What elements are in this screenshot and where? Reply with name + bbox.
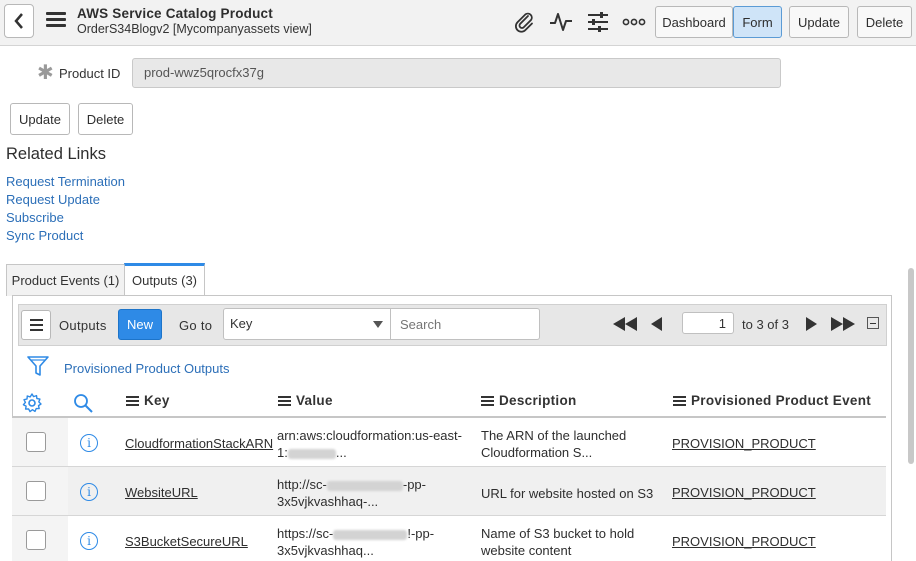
column-header-value[interactable]: Value xyxy=(278,393,333,408)
delete-button[interactable]: Delete xyxy=(78,103,133,135)
row-checkbox[interactable] xyxy=(26,432,46,452)
product-id-label: Product ID xyxy=(59,66,121,81)
row-checkbox[interactable] xyxy=(26,530,46,550)
row-value: https://sc- !-pp- 3x5vjkvashhaq... xyxy=(277,526,435,558)
dashboard-button[interactable]: Dashboard xyxy=(655,6,733,38)
goto-field-value: Key xyxy=(230,316,253,331)
tab-product-events[interactable]: Product Events (1) xyxy=(6,264,125,296)
info-icon[interactable]: i xyxy=(80,532,98,550)
page-number-input[interactable] xyxy=(682,312,734,334)
delete-header-button[interactable]: Delete xyxy=(857,6,912,38)
column-menu-icon xyxy=(481,394,494,408)
column-settings-icon[interactable] xyxy=(22,393,42,413)
redacted-text xyxy=(287,448,336,459)
header-bar: AWS Service Catalog Product OrderS34Blog… xyxy=(0,0,916,46)
new-button[interactable]: New xyxy=(118,309,162,340)
link-subscribe[interactable]: Subscribe xyxy=(6,210,64,225)
row-key[interactable]: WebsiteURL xyxy=(125,485,198,500)
settings-sliders-icon[interactable] xyxy=(585,9,611,35)
column-search-icon[interactable] xyxy=(73,393,93,413)
row-description: The ARN of the launched Cloudformation S… xyxy=(481,428,627,460)
more-icon[interactable] xyxy=(621,9,647,35)
attachment-icon[interactable] xyxy=(511,9,537,35)
info-icon[interactable]: i xyxy=(80,434,98,452)
table-row[interactable]: i CloudformationStackARN arn:aws:cloudfo… xyxy=(12,418,886,467)
form-button[interactable]: Form xyxy=(733,6,782,38)
page-range-text: to 3 of 3 xyxy=(742,317,789,332)
filter-icon[interactable] xyxy=(27,355,49,380)
page-title-block: AWS Service Catalog Product OrderS34Blog… xyxy=(77,6,312,36)
row-event-link[interactable]: PROVISION_PRODUCT xyxy=(672,534,816,549)
required-icon: ✱ xyxy=(37,62,54,84)
row-value: arn:aws:cloudformation:us-east- 1:... xyxy=(277,428,462,460)
product-id-field[interactable]: prod-wwz5qrocfx37g xyxy=(132,58,781,88)
page-title: AWS Service Catalog Product xyxy=(77,6,273,21)
row-description: URL for website hosted on S3 xyxy=(481,486,654,501)
related-links-title: Related Links xyxy=(6,145,106,163)
list-menu-button[interactable] xyxy=(21,310,51,340)
search-input[interactable] xyxy=(391,308,540,340)
tab-outputs[interactable]: Outputs (3) xyxy=(124,263,205,295)
row-event-link[interactable]: PROVISION_PRODUCT xyxy=(672,485,816,500)
dropdown-caret-icon xyxy=(373,321,383,328)
first-page-icon[interactable] xyxy=(613,316,637,332)
link-request-termination[interactable]: Request Termination xyxy=(6,174,125,189)
back-icon xyxy=(14,13,23,29)
menu-icon[interactable] xyxy=(46,12,66,28)
collapse-icon[interactable] xyxy=(867,317,879,329)
next-page-icon[interactable] xyxy=(806,316,817,332)
activity-icon[interactable] xyxy=(548,9,574,35)
redacted-text xyxy=(333,529,408,540)
column-menu-icon xyxy=(673,394,686,408)
info-icon[interactable]: i xyxy=(80,483,98,501)
page-subtitle: OrderS34Blogv2 [Mycompanyassets view] xyxy=(77,22,312,36)
last-page-icon[interactable] xyxy=(831,316,855,332)
row-value: http://sc- -pp- 3x5vjkvashhaq-... xyxy=(277,477,426,509)
redacted-text xyxy=(326,480,403,491)
list-title: Outputs xyxy=(59,318,107,333)
back-button[interactable] xyxy=(4,4,34,38)
page-scrollbar[interactable] xyxy=(908,268,914,464)
column-header-description[interactable]: Description xyxy=(481,393,577,408)
row-key[interactable]: S3BucketSecureURL xyxy=(125,534,248,549)
column-menu-icon xyxy=(126,394,139,408)
breadcrumb[interactable]: Provisioned Product Outputs xyxy=(64,361,229,376)
column-menu-icon xyxy=(278,394,291,408)
goto-label: Go to xyxy=(179,318,213,333)
previous-page-icon[interactable] xyxy=(651,316,662,332)
update-button[interactable]: Update xyxy=(10,103,70,135)
link-sync-product[interactable]: Sync Product xyxy=(6,228,83,243)
row-description: Name of S3 bucket to hold website conten… xyxy=(481,526,635,558)
link-request-update[interactable]: Request Update xyxy=(6,192,100,207)
row-checkbox[interactable] xyxy=(26,481,46,501)
update-header-button[interactable]: Update xyxy=(789,6,849,38)
table-row[interactable]: i WebsiteURL http://sc- -pp- 3x5vjkvashha… xyxy=(12,467,886,516)
row-event-link[interactable]: PROVISION_PRODUCT xyxy=(672,436,816,451)
column-header-provisioned-product-event[interactable]: Provisioned Product Event xyxy=(673,393,871,408)
list-toolbar: Outputs New Go to Key to 3 of 3 xyxy=(18,304,887,346)
row-key[interactable]: CloudformationStackARN xyxy=(125,436,273,451)
table-row[interactable]: i S3BucketSecureURL https://sc- !-pp- 3x5… xyxy=(12,516,886,561)
column-header-key[interactable]: Key xyxy=(126,393,170,408)
goto-field-select[interactable]: Key xyxy=(223,308,391,340)
